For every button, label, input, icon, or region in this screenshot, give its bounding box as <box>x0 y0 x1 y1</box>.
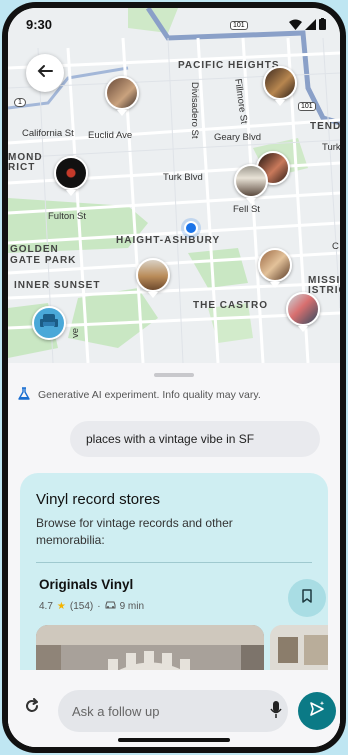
place-pin[interactable] <box>286 292 320 326</box>
car-icon <box>105 600 116 612</box>
pin-tail <box>298 326 308 332</box>
street-label: Euclid Ave <box>88 130 133 141</box>
street-label: Turk Blvd <box>163 172 203 183</box>
place-pin[interactable] <box>54 156 88 190</box>
highway-badge: 101 <box>298 102 316 111</box>
place-pin[interactable] <box>234 164 268 198</box>
ai-disclaimer: Generative AI experiment. Info quality m… <box>18 387 261 403</box>
street-label: Divisadero St <box>189 82 200 139</box>
highway-badge: 1 <box>14 98 26 107</box>
sheet-drag-handle[interactable] <box>154 373 194 377</box>
neighborhood-label: TENDE <box>310 121 340 132</box>
place-meta: 4.7 ★ (154) · 9 min <box>39 600 144 612</box>
place-rating: 4.7 <box>39 600 53 612</box>
input-bar: Ask a follow up <box>8 670 340 747</box>
pin-tail <box>117 110 127 116</box>
microphone-icon[interactable] <box>270 701 282 724</box>
street-label: ve <box>70 327 81 338</box>
place-pin[interactable] <box>136 258 170 292</box>
pin-tail <box>246 198 256 204</box>
bookmark-icon <box>301 588 313 608</box>
street-label: Fell St <box>233 204 260 215</box>
street-label: C <box>332 241 339 252</box>
flask-icon <box>18 387 30 403</box>
place-pin[interactable] <box>32 306 66 340</box>
street-label: Turk <box>322 142 340 153</box>
highway-badge: 101 <box>230 21 248 30</box>
place-pin[interactable] <box>258 248 292 282</box>
status-bar: 9:30 <box>8 8 340 38</box>
neighborhood-label: PACIFIC HEIGHTS <box>178 60 280 71</box>
pin-tail <box>270 282 280 288</box>
current-location-dot <box>184 221 198 235</box>
ai-disclaimer-text: Generative AI experiment. Info quality m… <box>38 389 261 401</box>
separator-dot: · <box>97 600 101 612</box>
save-place-button[interactable] <box>288 579 326 617</box>
place-drive-time: 9 min <box>119 600 145 612</box>
star-icon: ★ <box>56 600 66 612</box>
street-label: California St <box>22 128 74 139</box>
system-icons <box>289 17 326 35</box>
place-name[interactable]: Originals Vinyl <box>39 577 133 592</box>
home-indicator[interactable] <box>118 738 230 742</box>
battery-icon <box>319 17 326 35</box>
wifi-icon <box>289 17 302 35</box>
neighborhood-label: THE CASTRO <box>193 300 268 311</box>
screen: 9:30 101 101 1 PACIFIC HEIGHTS HAIGHT-AS… <box>8 8 340 747</box>
refresh-icon[interactable] <box>24 698 40 719</box>
card-description: Browse for vintage records and other mem… <box>36 516 233 547</box>
signal-icon <box>305 17 316 35</box>
map-view[interactable]: 9:30 101 101 1 PACIFIC HEIGHTS HAIGHT-AS… <box>8 8 340 363</box>
status-time: 9:30 <box>26 17 53 32</box>
armchair-icon <box>39 312 59 335</box>
follow-up-placeholder: Ask a follow up <box>72 703 160 719</box>
pin-tail <box>148 292 158 298</box>
send-button[interactable] <box>298 692 336 730</box>
street-label: Geary Blvd <box>214 132 261 143</box>
neighborhood-label: GOLDEN GATE PARK <box>10 244 77 266</box>
card-divider <box>36 562 312 563</box>
result-card: Vinyl record stores Browse for vintage r… <box>20 473 328 703</box>
send-sparkle-icon <box>308 700 326 723</box>
street-label: Fulton St <box>48 211 87 222</box>
back-button[interactable] <box>26 54 64 92</box>
follow-up-input[interactable]: Ask a follow up <box>58 690 288 732</box>
neighborhood-label: HAIGHT-ASHBURY <box>116 235 221 246</box>
arrow-left-icon <box>37 63 53 84</box>
place-pin[interactable] <box>105 76 139 110</box>
neighborhood-label: MISSIOISTRIC <box>308 275 340 296</box>
place-review-count: (154) <box>69 600 94 612</box>
phone-frame: 9:30 101 101 1 PACIFIC HEIGHTS HAIGHT-AS… <box>2 2 346 753</box>
place-pin[interactable] <box>263 66 297 100</box>
neighborhood-label: MOND RICT <box>8 152 43 173</box>
neighborhood-label: INNER SUNSET <box>14 280 101 291</box>
user-query-text: places with a vintage vibe in SF <box>86 432 255 446</box>
card-title: Vinyl record stores <box>36 491 160 508</box>
pin-tail <box>66 190 76 196</box>
user-query-bubble: places with a vintage vibe in SF <box>70 421 320 457</box>
pin-tail <box>275 100 285 106</box>
